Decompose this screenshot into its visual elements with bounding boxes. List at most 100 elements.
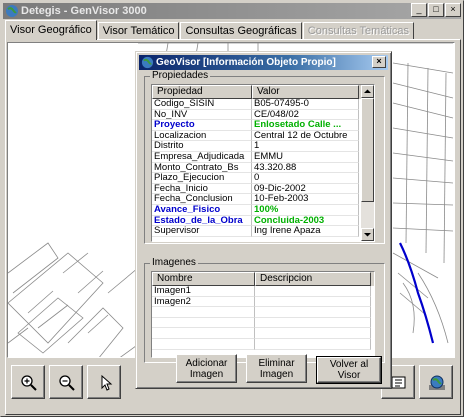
empty-cell (255, 338, 371, 350)
close-icon: × (376, 56, 382, 66)
empty-cell (152, 338, 255, 350)
property-name: Proyecto (152, 120, 252, 131)
properties-grid[interactable]: Propiedad Valor Codigo_SISIN B05-07495-0 N… (151, 84, 375, 242)
property-name: Distrito (152, 141, 252, 152)
column-header-nombre[interactable]: Nombre (152, 272, 255, 286)
property-name: Monto_Contrato_Bs (152, 162, 252, 174)
images-header: Nombre Descripcion (152, 272, 374, 286)
property-value: Concluida-2003 (252, 215, 359, 227)
tab-strip: Visor Geográfico Visor Temático Consulta… (5, 20, 415, 40)
column-header-propiedad[interactable]: Propiedad (152, 85, 252, 99)
property-value: 09-Dic-2002 (252, 183, 359, 195)
dialog-title: GeoVisor [Información Objeto Propio] (156, 57, 336, 68)
scroll-down-button[interactable] (361, 228, 374, 241)
zoom-in-button[interactable] (11, 365, 45, 399)
app-globe-icon (6, 5, 18, 17)
column-header-descripcion[interactable]: Descripcion (255, 272, 371, 286)
properties-scrollbar[interactable] (361, 85, 374, 241)
add-image-label-1: Adicionar (185, 357, 228, 369)
property-row[interactable]: Proyecto Enlosetado Calle ... (152, 120, 374, 131)
property-row[interactable]: Monto_Contrato_Bs 43.320.88 (152, 162, 374, 174)
globe-tool-button[interactable] (419, 365, 453, 399)
zoom-in-icon (21, 375, 37, 391)
scroll-up-button[interactable] (361, 85, 374, 98)
image-description (255, 286, 371, 297)
property-name: Localizacion (152, 130, 252, 142)
back-to-viewer-button[interactable]: Volver al Visor (316, 356, 382, 384)
property-name: No_INV (152, 109, 252, 121)
properties-rows: Codigo_SISIN B05-07495-0 No_INV CE/048/02 Pr… (152, 99, 374, 237)
property-name: Codigo_SISIN (152, 99, 252, 110)
info-icon (391, 376, 406, 389)
properties-group-label: Propiedades (150, 70, 211, 81)
images-rows: Imagen1 Imagen2 (152, 286, 374, 350)
property-value: B05-07495-0 (252, 99, 359, 110)
property-value: 1 (252, 141, 359, 152)
property-row[interactable]: Plazo_Ejecucion 0 (152, 173, 374, 184)
dialog-globe-icon (141, 56, 154, 69)
select-pointer-button[interactable] (87, 365, 121, 399)
property-row[interactable]: Supervisor Ing Irene Apaza (152, 226, 374, 237)
zoom-out-icon (59, 375, 75, 391)
close-button[interactable]: × (445, 3, 461, 17)
property-name: Empresa_Adjudicada (152, 151, 252, 163)
add-image-label-2: Imagen (189, 368, 224, 380)
minimize-button[interactable]: _ (411, 3, 427, 17)
main-title-bar[interactable]: Detegis - GenVisor 3000 (3, 3, 461, 19)
property-row[interactable]: Codigo_SISIN B05-07495-0 (152, 99, 374, 110)
column-header-valor[interactable]: Valor (252, 85, 359, 99)
pointer-icon (101, 374, 113, 391)
property-name: Fecha_Conclusion (152, 194, 252, 205)
back-to-viewer-label: Volver al Visor (329, 359, 369, 381)
scroll-down-icon (364, 233, 371, 237)
scroll-thumb[interactable] (361, 98, 374, 202)
tab-consultas-tematicas: Consultas Temáticas (302, 22, 415, 40)
empty-cell (152, 328, 255, 339)
add-image-button[interactable]: Adicionar Imagen (176, 354, 237, 383)
empty-cell (255, 328, 371, 339)
remove-image-label-2: Imagen (259, 368, 294, 380)
property-value: CE/048/02 (252, 109, 359, 121)
info-dialog: GeoVisor [Información Objeto Propio] × P… (135, 51, 392, 389)
images-group-label: Imagenes (150, 257, 198, 268)
tab-visor-geografico[interactable]: Visor Geográfico (5, 20, 97, 40)
property-value: 0 (252, 173, 359, 184)
images-grid[interactable]: Nombre Descripcion Imagen1 Imagen2 (151, 271, 375, 358)
highlighted-road[interactable] (399, 242, 435, 344)
image-row[interactable]: Imagen1 (152, 286, 374, 297)
main-title: Detegis - GenVisor 3000 (21, 5, 147, 17)
property-value: 10-Feb-2003 (252, 194, 359, 205)
property-row[interactable]: Avance_Fisico 100% (152, 204, 374, 216)
property-row[interactable]: Estado_de_la_Obra Concluida-2003 (152, 215, 374, 227)
close-icon: × (450, 4, 456, 14)
tab-consultas-geograficas[interactable]: Consultas Geográficas (180, 22, 302, 40)
properties-header: Propiedad Valor (152, 85, 374, 99)
empty-cell (152, 307, 255, 318)
property-row[interactable]: Fecha_Conclusion 10-Feb-2003 (152, 194, 374, 205)
property-value: 43.320.88 (252, 162, 359, 174)
image-description (255, 296, 371, 308)
property-row[interactable]: Empresa_Adjudicada EMMU (152, 151, 374, 163)
maximize-icon: □ (433, 4, 439, 14)
tab-visor-tematico[interactable]: Visor Temático (97, 22, 180, 40)
property-name: Avance_Fisico (152, 204, 252, 216)
minimize-icon: _ (416, 4, 422, 14)
dialog-close-button[interactable]: × (372, 56, 386, 68)
image-row[interactable]: Imagen2 (152, 296, 374, 308)
remove-image-label-1: Eliminar (258, 357, 295, 369)
property-name: Fecha_Inicio (152, 183, 252, 195)
maximize-button[interactable]: □ (428, 3, 444, 17)
zoom-out-button[interactable] (49, 365, 83, 399)
empty-cell (152, 317, 255, 329)
dialog-title-bar[interactable]: GeoVisor [Información Objeto Propio] × (139, 55, 388, 70)
property-row[interactable]: Localizacion Central 12 de Octubre (152, 130, 374, 142)
property-name: Supervisor (152, 226, 252, 237)
empty-image-row (152, 328, 374, 339)
property-row[interactable]: Fecha_Inicio 09-Dic-2002 (152, 183, 374, 195)
remove-image-button[interactable]: Eliminar Imagen (246, 354, 307, 383)
property-value: 100% (252, 204, 359, 216)
property-name: Plazo_Ejecucion (152, 173, 252, 184)
property-row[interactable]: No_INV CE/048/02 (152, 109, 374, 121)
property-row[interactable]: Distrito 1 (152, 141, 374, 152)
property-name: Estado_de_la_Obra (152, 215, 252, 227)
